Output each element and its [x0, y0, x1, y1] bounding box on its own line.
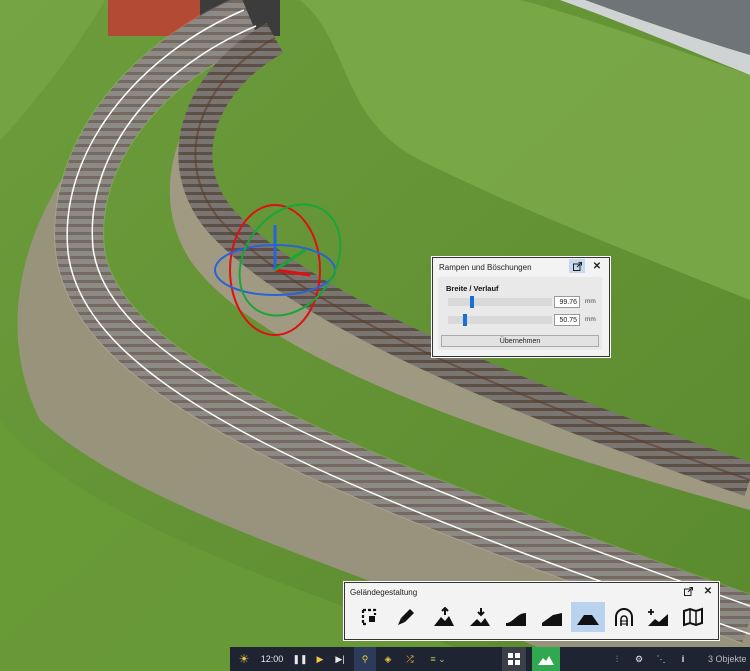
list-dropdown-icon[interactable]: ≡ ⌄	[424, 647, 452, 671]
slope-slider-thumb[interactable]	[463, 314, 467, 326]
panel-title: Geländegestaltung	[350, 588, 418, 597]
slope-slider[interactable]	[448, 314, 552, 326]
width-unit: mm	[585, 298, 596, 305]
select-area-icon[interactable]	[354, 602, 386, 632]
slope-unit: mm	[585, 316, 596, 323]
panel-title: Rampen und Böschungen	[439, 263, 532, 272]
section-label: Breite / Verlauf	[446, 284, 499, 293]
3d-viewport[interactable]	[0, 0, 750, 671]
terrain-toolbar-panel: Geländegestaltung ✕	[344, 582, 719, 640]
add-terrain-icon[interactable]	[642, 602, 674, 632]
popout-icon[interactable]	[569, 259, 585, 273]
network-icon[interactable]: ⋱	[652, 647, 670, 671]
width-slider[interactable]	[448, 296, 552, 308]
skip-icon[interactable]: ▶|	[332, 647, 348, 671]
info-icon[interactable]: i	[674, 647, 692, 671]
time-display: 12:00	[260, 654, 284, 664]
lower-terrain-icon[interactable]	[464, 602, 496, 632]
close-icon[interactable]: ✕	[700, 584, 716, 598]
raise-terrain-icon[interactable]	[428, 602, 460, 632]
sun-icon[interactable]: ☀	[234, 647, 254, 671]
terrain-mode-icon[interactable]	[532, 647, 560, 671]
texture-map-icon[interactable]	[677, 602, 709, 632]
gear-icon[interactable]: ⚙	[630, 647, 648, 671]
adjust-icon[interactable]: ⫶	[608, 647, 626, 671]
width-field[interactable]: 99.76	[554, 296, 580, 308]
paint-brush-icon[interactable]	[390, 602, 422, 632]
apply-button[interactable]: Übernehmen	[441, 335, 599, 347]
layers-icon[interactable]: ◈	[378, 647, 398, 671]
shuffle-icon[interactable]: ⤮	[400, 647, 420, 671]
pause-icon[interactable]: ❚❚	[292, 647, 308, 671]
ramp-settings: Breite / Verlauf 99.76 mm 50.75 mm Übern…	[438, 277, 602, 350]
tunnel-icon[interactable]	[608, 602, 640, 632]
ramp-icon[interactable]	[500, 602, 532, 632]
embankment-icon[interactable]	[571, 602, 605, 632]
ramp-embankment-panel: Rampen und Böschungen ✕ Breite / Verlauf…	[432, 257, 610, 357]
width-slider-thumb[interactable]	[470, 296, 474, 308]
play-icon[interactable]: ▶	[312, 647, 328, 671]
search-icon[interactable]: ⚲	[354, 647, 376, 671]
close-icon[interactable]: ✕	[589, 259, 605, 273]
slope-field[interactable]: 50.75	[554, 314, 580, 326]
bottom-taskbar: ☀ 12:00 ❚❚ ▶ ▶| ⚲ ◈ ⤮ ≡ ⌄ ⫶ ⚙ ⋱ i 3 Obje…	[230, 647, 750, 671]
popout-icon[interactable]	[680, 584, 696, 598]
object-count: 3 Objekte	[708, 654, 747, 664]
ramp-steep-icon[interactable]	[536, 602, 568, 632]
grid-icon[interactable]	[502, 647, 526, 671]
